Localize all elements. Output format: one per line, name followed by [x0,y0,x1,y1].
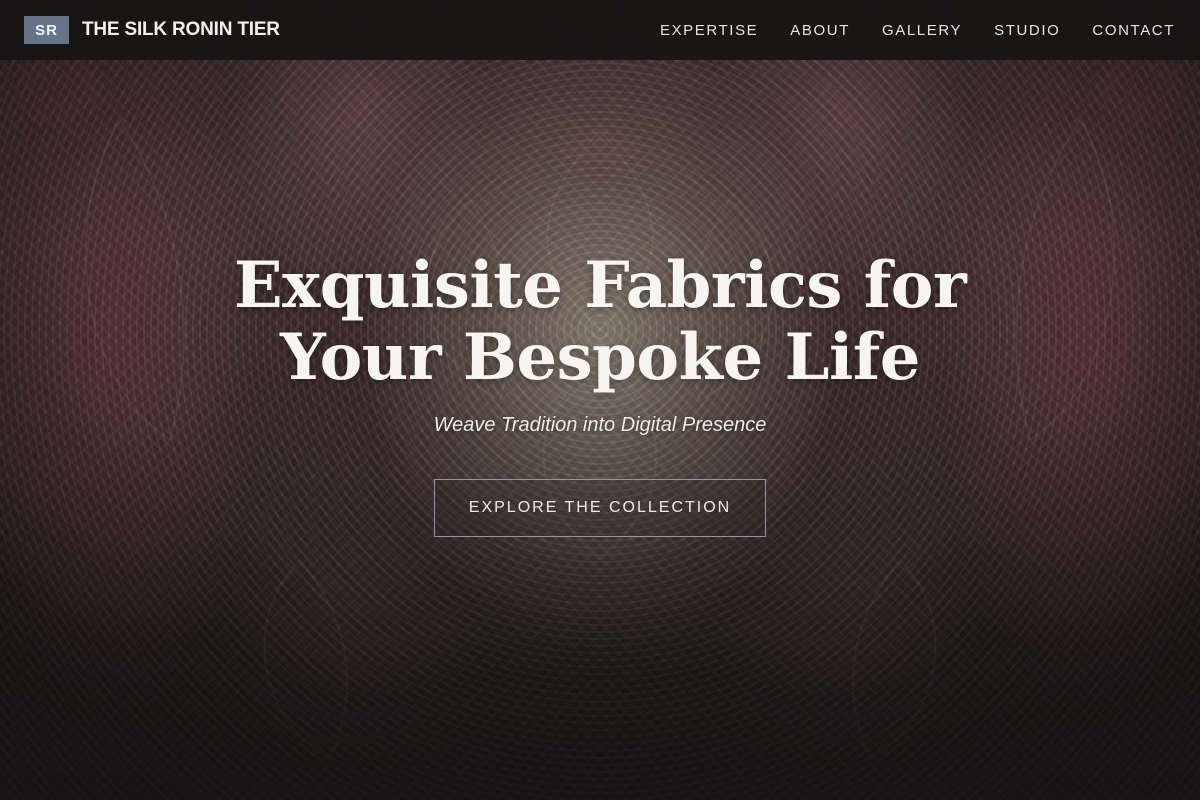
hero-title-line-1: Exquisite Fabrics for [233,248,967,323]
nav-link-gallery[interactable]: GALLERY [882,22,962,39]
hero-title: Exquisite Fabrics for Your Bespoke Life [0,250,1200,394]
nav-link-expertise[interactable]: EXPERTISE [660,22,758,39]
top-navigation-bar: SR THE SILK RONIN TIER EXPERTISE ABOUT G… [0,0,1200,60]
nav-link-contact[interactable]: CONTACT [1092,22,1175,39]
nav-link-studio[interactable]: STUDIO [994,22,1060,39]
brand-name: THE SILK RONIN TIER [82,19,280,40]
main-navigation: EXPERTISE ABOUT GALLERY STUDIO CONTACT [660,22,1175,39]
brand-logo-badge: SR [24,16,69,44]
hero-section: Exquisite Fabrics for Your Bespoke Life … [0,250,1200,537]
hero-subtitle: Weave Tradition into Digital Presence [433,414,767,436]
nav-link-about[interactable]: ABOUT [790,22,850,39]
hero-title-line-2: Your Bespoke Life [279,320,921,395]
explore-collection-button[interactable]: EXPLORE THE COLLECTION [434,479,766,537]
brand-home-link[interactable]: SR THE SILK RONIN TIER [24,16,280,44]
